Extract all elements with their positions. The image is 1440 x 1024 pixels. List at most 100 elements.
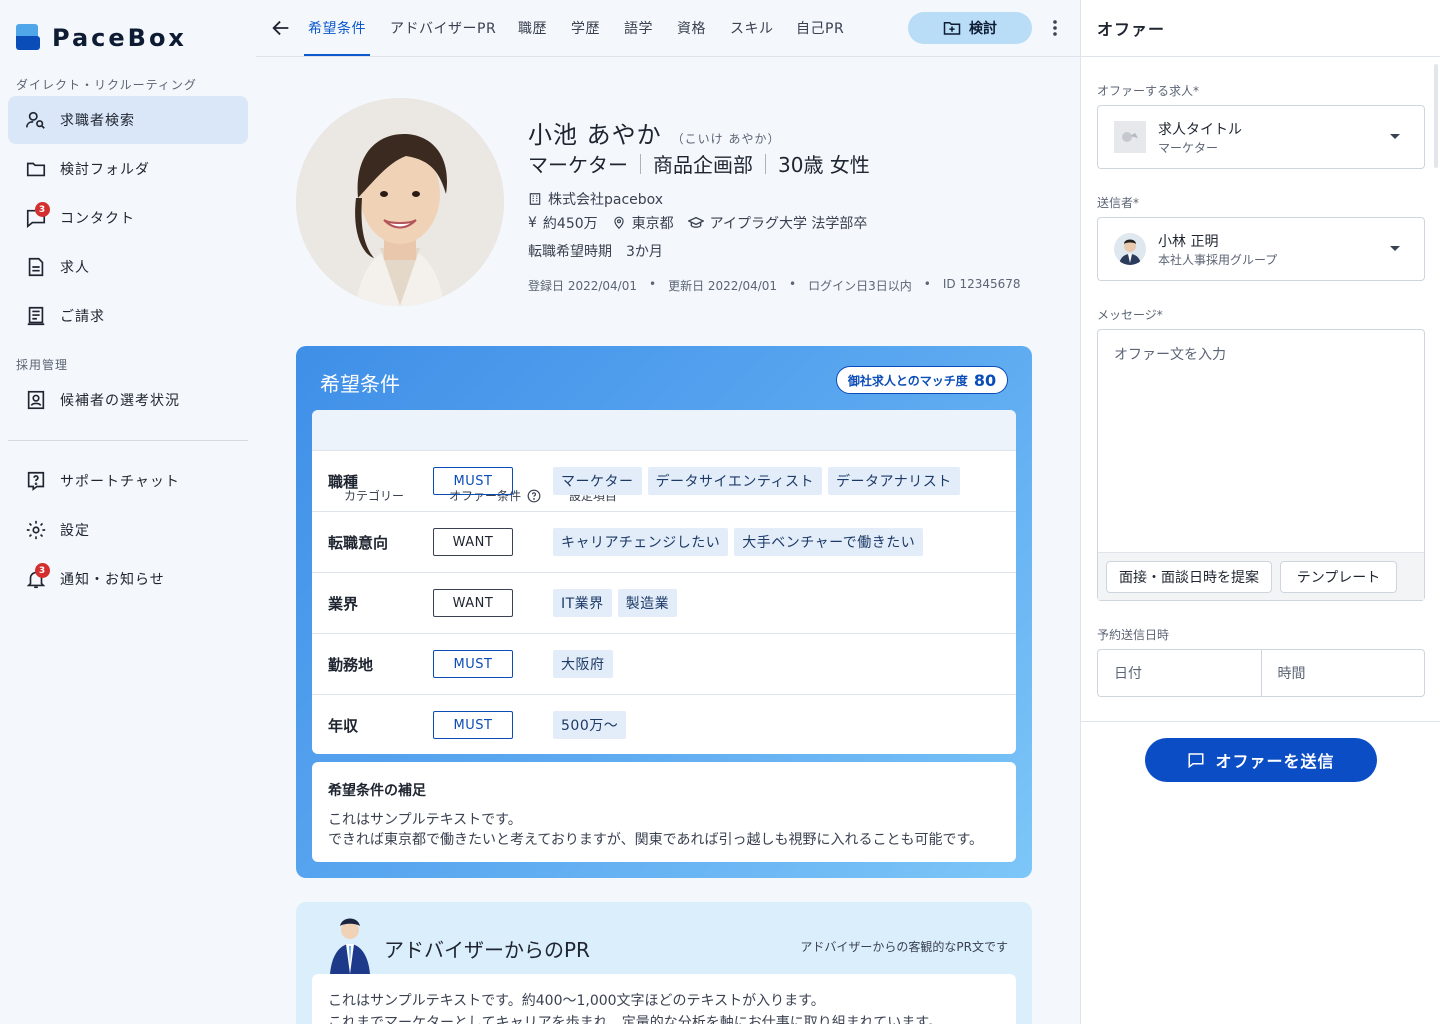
chat-icon (1188, 753, 1204, 769)
propose-interview-button[interactable]: 面接・面談日時を提案 (1106, 561, 1272, 593)
sidebar-item-label: 設定 (60, 523, 90, 539)
row-category: 職種 (328, 472, 359, 491)
sidebar-item-support-chat[interactable]: サポートチャット (8, 457, 248, 505)
job-subtitle: マーケター (1158, 140, 1219, 155)
sender-label: 送信者* (1097, 196, 1140, 210)
sidebar-item-label: 通知・お知らせ (60, 572, 165, 588)
condition-chip: 500万〜 (553, 711, 627, 739)
condition-chip: マーケター (553, 467, 642, 495)
tab-education[interactable]: 学歴 (571, 0, 600, 56)
sender-avatar (1114, 233, 1146, 265)
tab-certification[interactable]: 資格 (677, 0, 706, 56)
panel-divider (1081, 721, 1440, 722)
row-category: 年収 (328, 716, 359, 735)
candidate-meta: 登録日 2022/04/01 • 更新日 2022/04/01 • ログイン日3日以… (528, 277, 1021, 293)
candidate-avatar (296, 98, 504, 306)
conditions-supplement: 希望条件の補足 これはサンプルテキストです。 できれば東京都で働きたいと考えてお… (312, 762, 1016, 862)
schedule-inputs: 日付 時間 (1097, 649, 1425, 697)
folder-add-icon (943, 22, 961, 35)
match-label: 御社求人とのマッチ度 (847, 373, 968, 388)
consider-button[interactable]: 検討 (908, 12, 1032, 44)
sidebar-item-notifications[interactable]: 3 通知・お知らせ (8, 555, 248, 603)
time-input[interactable]: 時間 (1260, 650, 1425, 696)
tab-desired-conditions[interactable]: 希望条件 (304, 0, 370, 56)
company-row: 株式会社pacebox (528, 189, 677, 209)
supplement-line: できれば東京都で働きたいと考えておりますが、関東であれば引っ越しも視野に入れるこ… (328, 832, 984, 848)
sidebar-item-label: 検討フォルダ (60, 162, 150, 178)
sidebar-item-selection-status[interactable]: 候補者の選考状況 (8, 376, 248, 424)
main-content: 小池 あやか （こいけ あやか） マーケター 商品企画部 30歳 女性 株式会社p… (256, 57, 1080, 1024)
sender-name: 小林 正明 (1158, 233, 1219, 250)
advisor-pr-line: これまでマーケターとしてキャリアを歩まれ、定量的な分析を軸にお仕事に取り組まれて… (328, 1015, 942, 1024)
tab-self-pr[interactable]: 自己PR (796, 0, 844, 56)
tab-bar: 希望条件 アドバイザーPR 職歴 学歴 語学 資格 スキル 自己PR 検討 (256, 0, 1080, 57)
table-row: 職種 MUST マーケター データサイエンティスト データアナリスト (312, 450, 1016, 511)
receipt-icon (24, 304, 48, 328)
tab-work-history[interactable]: 職歴 (518, 0, 547, 56)
condition-chip: 大手ベンチャーで働きたい (734, 528, 924, 556)
scrollbar[interactable] (1434, 64, 1438, 168)
sidebar-item-label: 求人 (60, 260, 90, 276)
row-category: 業界 (328, 594, 359, 613)
candidate-education: アイプラグ大学 法学部卒 (709, 216, 868, 232)
sidebar-item-label: サポートチャット (60, 474, 180, 490)
advisor-pr-note: アドバイザーからの客観的なPR文です (800, 940, 1008, 954)
logo-text: PaceBox (52, 24, 187, 52)
message-textarea[interactable]: オファー文を入力 面接・面談日時を提案 テンプレート (1097, 329, 1425, 601)
more-vert-icon[interactable] (1050, 18, 1060, 38)
offer-panel-title: オファー (1081, 0, 1440, 57)
condition-chip: IT業界 (553, 589, 612, 617)
person-search-icon (24, 108, 48, 132)
sidebar-item-jobs[interactable]: 求人 (8, 243, 248, 291)
candidate-location: 東京都 (631, 216, 674, 232)
row-level: WANT (433, 589, 513, 617)
logo[interactable]: PaceBox (16, 24, 187, 52)
back-arrow-icon[interactable] (270, 17, 292, 39)
date-input[interactable]: 日付 (1098, 650, 1261, 696)
image-placeholder-icon (1114, 121, 1146, 153)
template-button[interactable]: テンプレート (1280, 561, 1397, 593)
gear-icon (24, 518, 48, 542)
consider-button-label: 検討 (969, 21, 997, 37)
condition-chip: 製造業 (617, 589, 678, 617)
row-category: 転職意向 (328, 533, 389, 552)
badge-icon (24, 388, 48, 412)
conditions-table: カテゴリー オファー条件 設定項目 職種 MUST マーケター データサイエンティ… (312, 410, 1016, 754)
offer-panel: オファー オファーする求人* 求人タイトル マーケター 送信者* 小林 正明 本社人… (1080, 0, 1440, 1024)
match-score-badge: 御社求人とのマッチ度 80 (836, 366, 1008, 394)
bell-icon: 3 (24, 563, 50, 591)
advisor-pr-card: アドバイザーからのPR アドバイザーからの客観的なPR文です これはサンプルテキ… (296, 902, 1032, 1024)
sidebar-item-folder[interactable]: 検討フォルダ (8, 145, 248, 193)
tab-language[interactable]: 語学 (624, 0, 653, 56)
tab-advisor-pr[interactable]: アドバイザーPR (390, 0, 496, 56)
desired-conditions-card: 希望条件 御社求人とのマッチ度 80 カテゴリー オファー条件 設定項目 職種 M… (296, 346, 1032, 878)
candidate-name: 小池 あやか （こいけ あやか） (528, 115, 780, 150)
sidebar-item-label: コンタクト (60, 211, 135, 227)
job-select-label: オファーする求人* (1097, 84, 1200, 98)
yen-icon: ¥ (528, 215, 537, 231)
notification-badge: 3 (35, 563, 50, 578)
candidate-name-text: 小池 あやか (528, 121, 662, 149)
updated-date: 更新日 2022/04/01 (668, 279, 778, 293)
send-offer-button[interactable]: オファーを送信 (1145, 738, 1377, 782)
table-row: 年収 MUST 500万〜 (312, 694, 1016, 754)
tab-skills[interactable]: スキル (730, 0, 774, 56)
candidate-company: 株式会社pacebox (548, 192, 664, 208)
condition-chip: 大阪府 (553, 650, 613, 678)
conditions-title: 希望条件 (320, 372, 400, 396)
logo-mark-icon (16, 24, 40, 52)
candidate-summary: マーケター 商品企画部 30歳 女性 (528, 149, 870, 178)
candidate-id: ID 12345678 (942, 277, 1021, 291)
sidebar-item-label: ご請求 (60, 309, 105, 325)
job-select[interactable]: 求人タイトル マーケター (1097, 105, 1425, 169)
folder-icon (24, 157, 48, 181)
sidebar-item-billing[interactable]: ご請求 (8, 292, 248, 340)
message-toolbar: 面接・面談日時を提案 テンプレート (1098, 552, 1424, 600)
sender-select[interactable]: 小林 正明 本社人事採用グループ (1097, 217, 1425, 281)
chevron-down-icon (1390, 134, 1400, 139)
sidebar-item-candidate-search[interactable]: 求職者検索 (8, 96, 248, 144)
sidebar-divider (8, 440, 248, 441)
sidebar-item-settings[interactable]: 設定 (8, 506, 248, 554)
table-row: 業界 WANT IT業界 製造業 (312, 572, 1016, 633)
sidebar-item-contact[interactable]: 3 コンタクト (8, 194, 248, 242)
